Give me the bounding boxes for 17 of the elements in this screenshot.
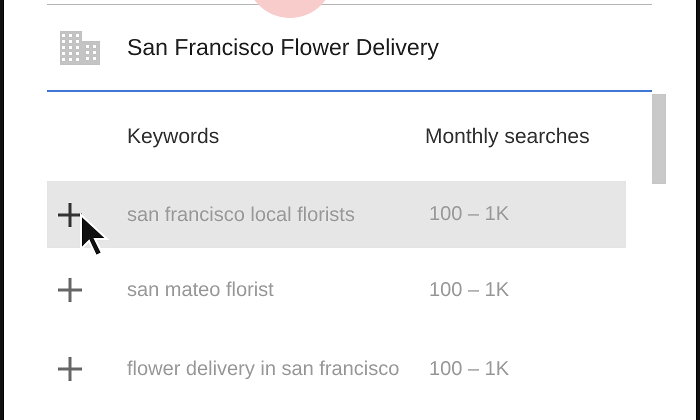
- search-field[interactable]: San Francisco Flower Delivery: [127, 34, 627, 61]
- column-header: Keywords: [127, 124, 220, 148]
- building-icon: [60, 30, 100, 64]
- column-header: Monthly searches: [425, 124, 591, 148]
- scrollbar-thumb[interactable]: [652, 94, 666, 184]
- keyword-text: san francisco local florists: [127, 202, 356, 228]
- plus-icon: [57, 356, 83, 382]
- plus-icon: [57, 277, 83, 303]
- keyword-row[interactable]: san francisco local florists 100 – 1K: [47, 181, 626, 248]
- keyword-text: flower delivery in san francisco: [127, 357, 400, 382]
- keyword-text: san mateo florist: [127, 278, 275, 303]
- keyword-row[interactable]: san mateo florist 100 – 1K: [47, 248, 626, 332]
- monthly-searches: 100 – 1K: [428, 203, 510, 226]
- monthly-searches: 100 – 1K: [428, 358, 510, 380]
- keyword-row[interactable]: flower delivery in san francisco 100 – 1K: [47, 332, 626, 406]
- plus-icon: [57, 202, 83, 228]
- monthly-searches: 100 – 1K: [428, 278, 510, 302]
